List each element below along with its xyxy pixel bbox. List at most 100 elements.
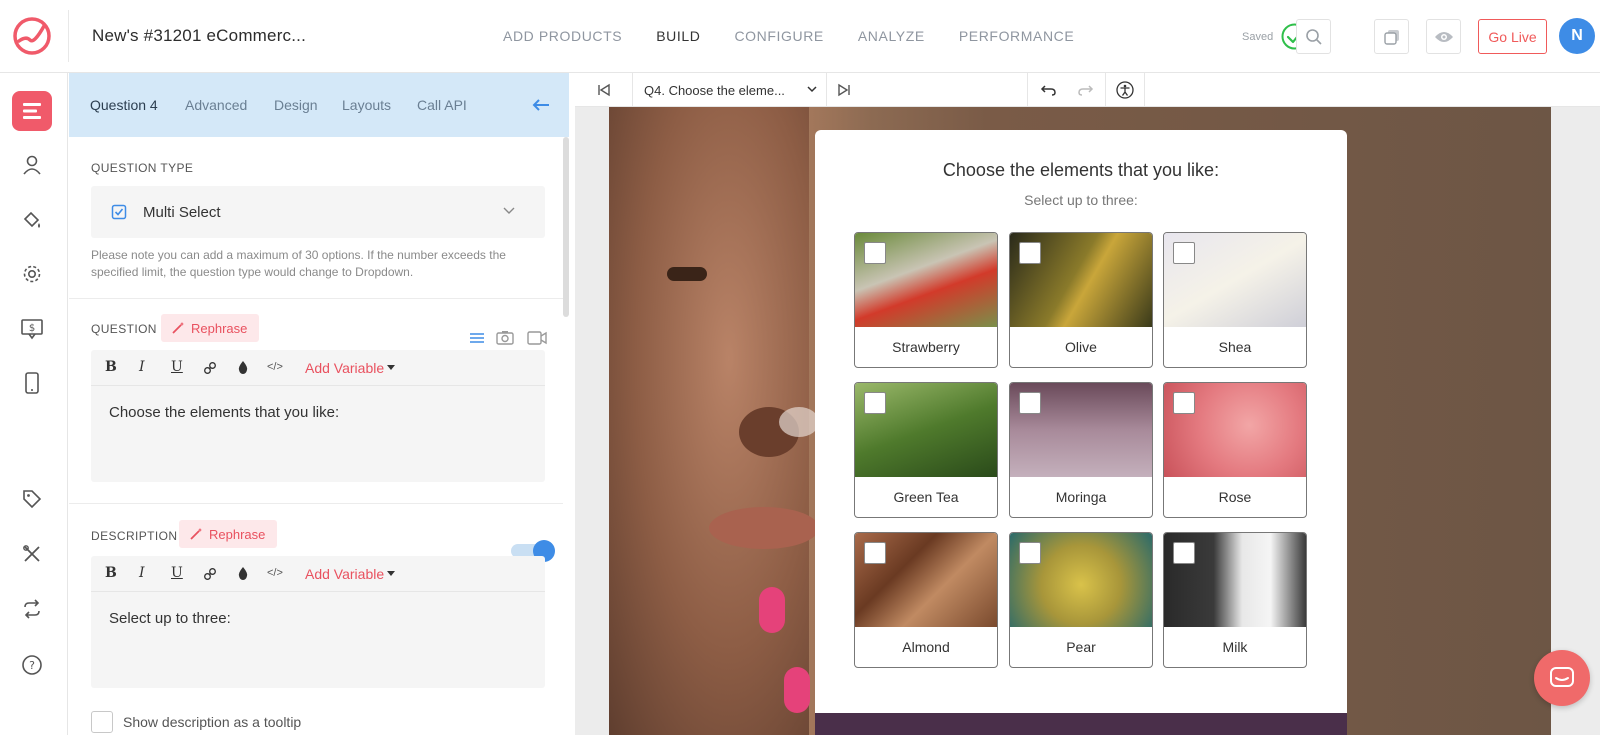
option-checkbox[interactable] <box>1173 542 1195 564</box>
rail-help[interactable]: ? <box>12 645 52 685</box>
description-label: DESCRIPTION <box>91 529 178 543</box>
rail-build[interactable] <box>12 91 52 131</box>
help-icon: ? <box>22 655 42 675</box>
rail-theme[interactable] <box>12 200 52 240</box>
panel-scrollbar[interactable] <box>563 137 569 317</box>
description-rephrase-button[interactable]: Rephrase <box>179 520 278 548</box>
option-checkbox[interactable] <box>1019 242 1041 264</box>
question-type-note: Please note you can add a maximum of 30 … <box>91 248 506 279</box>
chat-support-button[interactable] <box>1534 650 1590 706</box>
tooltip-checkbox[interactable] <box>91 711 113 733</box>
rail-incentives[interactable]: $ <box>12 309 52 349</box>
prev-question-button[interactable] <box>575 73 633 107</box>
question-text[interactable]: Choose the elements that you like: <box>109 404 339 421</box>
question-card: Choose the elements that you like: Selec… <box>815 130 1347 735</box>
nav-build[interactable]: BUILD <box>656 28 700 44</box>
bold-button[interactable]: B <box>105 565 117 581</box>
user-avatar[interactable]: N <box>1559 18 1595 54</box>
caret-down-icon[interactable] <box>387 571 395 576</box>
video-icon[interactable] <box>527 331 547 345</box>
arrow-left-icon[interactable] <box>531 95 551 115</box>
redo-button[interactable] <box>1067 73 1106 107</box>
color-drop-icon[interactable] <box>237 360 249 375</box>
caret-down-icon[interactable] <box>387 365 395 370</box>
rail-settings[interactable] <box>12 254 52 294</box>
option-strawberry[interactable]: Strawberry <box>854 232 998 368</box>
add-variable-button[interactable]: Add Variable <box>305 566 384 582</box>
rail-mobile[interactable] <box>12 363 52 403</box>
rail-contacts[interactable] <box>12 145 52 185</box>
option-moringa[interactable]: Moringa <box>1009 382 1153 518</box>
left-rail: $ ? <box>0 73 68 735</box>
question-rephrase-button[interactable]: Rephrase <box>161 314 260 342</box>
option-rose[interactable]: Rose <box>1163 382 1307 518</box>
add-variable-button[interactable]: Add Variable <box>305 360 384 376</box>
option-pear[interactable]: Pear <box>1009 532 1153 668</box>
tab-layouts[interactable]: Layouts <box>342 97 391 113</box>
go-live-button[interactable]: Go Live <box>1478 19 1547 54</box>
option-almond[interactable]: Almond <box>854 532 998 668</box>
section-divider <box>69 298 563 299</box>
nav-add-products[interactable]: ADD PRODUCTS <box>503 28 622 44</box>
question-type-label: QUESTION TYPE <box>91 161 194 175</box>
option-label: Moringa <box>1055 489 1107 505</box>
preview-toolbar: Q4. Choose the eleme... <box>575 73 1600 107</box>
tab-advanced[interactable]: Advanced <box>185 97 247 113</box>
link-icon[interactable] <box>203 361 217 375</box>
color-drop-icon[interactable] <box>237 566 249 581</box>
code-icon[interactable]: </> <box>267 567 283 579</box>
option-checkbox[interactable] <box>1019 542 1041 564</box>
underline-button[interactable]: U <box>171 565 183 581</box>
option-checkbox[interactable] <box>864 242 886 264</box>
rephrase-label: Rephrase <box>191 320 248 336</box>
chat-icon <box>1550 667 1574 687</box>
rail-tags[interactable] <box>12 479 52 519</box>
undo-button[interactable] <box>1028 73 1067 107</box>
text-lines-icon[interactable] <box>469 332 485 344</box>
top-bar: New's #31201 eCommerc... ADD PRODUCTS BU… <box>0 0 1600 73</box>
description-text[interactable]: Select up to three: <box>109 610 231 627</box>
redo-icon <box>1078 85 1094 96</box>
question-rich-editor[interactable]: B I U </> Add Variable Choose the elemen… <box>91 350 545 482</box>
survey-title[interactable]: New's #31201 eCommerc... <box>92 26 306 46</box>
search-button[interactable] <box>1296 19 1331 54</box>
bold-button[interactable]: B <box>105 359 117 375</box>
option-label: Milk <box>1222 639 1248 655</box>
code-icon[interactable]: </> <box>267 361 283 373</box>
svg-text:?: ? <box>29 659 35 672</box>
camera-icon[interactable] <box>496 330 514 345</box>
checkbox-checked-icon <box>111 204 127 220</box>
description-rich-editor[interactable]: B I U </> Add Variable Select up to thre… <box>91 556 545 688</box>
next-question-button[interactable] <box>827 73 861 107</box>
option-checkbox[interactable] <box>864 542 886 564</box>
option-checkbox[interactable] <box>1019 392 1041 414</box>
option-green-tea[interactable]: Green Tea <box>854 382 998 518</box>
preview-button[interactable] <box>1426 19 1461 54</box>
tab-question[interactable]: Question 4 <box>90 97 158 113</box>
accessibility-button[interactable] <box>1106 73 1145 107</box>
option-milk[interactable]: Milk <box>1163 532 1307 668</box>
copy-button[interactable] <box>1374 19 1409 54</box>
nav-configure[interactable]: CONFIGURE <box>734 28 823 44</box>
question-type-dropdown[interactable]: Multi Select <box>91 186 545 238</box>
italic-button[interactable]: I <box>139 359 145 375</box>
nav-performance[interactable]: PERFORMANCE <box>959 28 1075 44</box>
link-icon[interactable] <box>203 567 217 581</box>
tab-design[interactable]: Design <box>274 97 318 113</box>
app-logo-icon[interactable] <box>10 14 54 58</box>
background-eye <box>667 267 707 281</box>
nav-analyze[interactable]: ANALYZE <box>858 28 925 44</box>
italic-button[interactable]: I <box>139 565 145 581</box>
option-olive[interactable]: Olive <box>1009 232 1153 368</box>
option-shea[interactable]: Shea <box>1163 232 1307 368</box>
question-selector[interactable]: Q4. Choose the eleme... <box>633 73 827 107</box>
option-checkbox[interactable] <box>1173 242 1195 264</box>
panel-tabs: Question 4 Advanced Design Layouts Call … <box>69 73 569 137</box>
rail-tools[interactable] <box>12 534 52 574</box>
option-label: Green Tea <box>893 489 959 505</box>
option-checkbox[interactable] <box>864 392 886 414</box>
option-checkbox[interactable] <box>1173 392 1195 414</box>
rail-integrations[interactable] <box>12 589 52 629</box>
tab-call-api[interactable]: Call API <box>417 97 467 113</box>
underline-button[interactable]: U <box>171 359 183 375</box>
